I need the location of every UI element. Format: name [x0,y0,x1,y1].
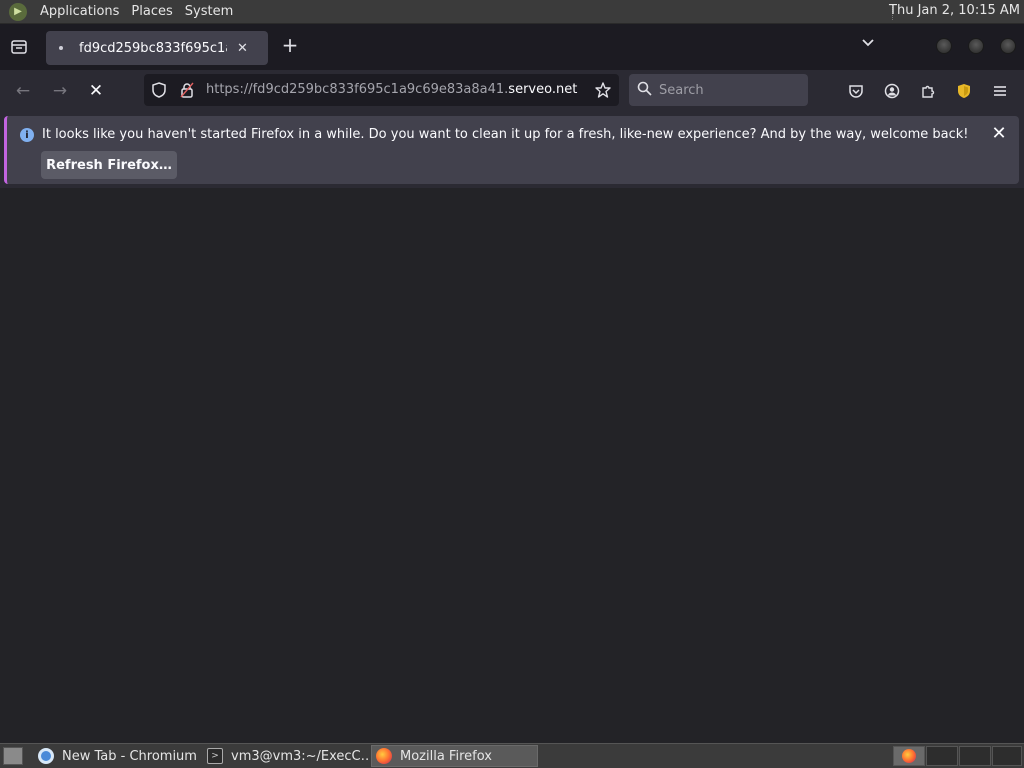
forward-arrow-icon[interactable]: → [49,80,71,102]
refresh-firefox-notification: i It looks like you haven't started Fire… [4,116,1019,184]
workspace-3[interactable] [959,746,991,766]
refresh-firefox-button[interactable]: Refresh Firefox… [41,151,177,179]
star-bookmark-icon[interactable] [594,81,612,99]
clock[interactable]: Thu Jan 2, 10:15 AM [889,3,1020,18]
search-input[interactable] [659,80,799,100]
loading-dot-icon [59,46,63,50]
task-label: vm3@vm3:~/ExecC… [231,748,368,764]
close-notification-icon[interactable]: ✕ [989,124,1009,144]
task-label: New Tab - Chromium [62,748,197,764]
tab-title: fd9cd259bc833f695c1a9c69e83a8a41.serveo.… [79,40,227,56]
task-terminal[interactable]: > vm3@vm3:~/ExecC… [203,745,368,767]
url-scheme: https:// [206,82,253,97]
close-window-button[interactable] [1000,38,1016,54]
firefox-icon [376,748,392,764]
chromium-icon [38,748,54,764]
lock-warning-icon[interactable] [178,81,196,99]
workspace-1[interactable] [893,746,925,766]
account-icon[interactable] [881,80,903,102]
top-panel: ▶ Applications Places System Thu Jan 2, … [0,0,1024,24]
firefox-view-icon[interactable] [8,36,30,58]
new-tab-plus-icon[interactable]: + [280,35,300,56]
hamburger-menu-icon[interactable] [989,80,1011,102]
menu-applications[interactable]: Applications [34,4,125,19]
maximize-button[interactable] [968,38,984,54]
menu-system[interactable]: System [179,4,239,19]
gnome-logo-icon[interactable]: ▶ [9,2,27,21]
page-content[interactable] [0,188,1024,743]
search-icon [637,81,652,100]
task-label: Mozilla Firefox [400,748,492,764]
workspace-2[interactable] [926,746,958,766]
notification-message: It looks like you haven't started Firefo… [42,127,969,142]
workspace-4[interactable] [992,746,1022,766]
nav-bar: ← → ✕ https://fd9cd259bc833f695c1a9c69e8… [0,70,1024,112]
search-bar[interactable] [629,74,808,106]
ublock-shield-icon[interactable] [953,80,975,102]
tab-serveo[interactable]: fd9cd259bc833f695c1a9c69e83a8a41.serveo.… [46,31,268,65]
pocket-icon[interactable] [845,80,867,102]
task-firefox[interactable]: Mozilla Firefox [371,745,538,767]
firefox-icon [902,749,916,763]
url-subdomain: fd9cd259bc833f695c1a9c69e83a8a41. [252,82,509,97]
menu-places[interactable]: Places [125,4,178,19]
notification-area: i It looks like you haven't started Fire… [0,112,1024,188]
shield-icon[interactable] [150,81,168,99]
taskbar: New Tab - Chromium > vm3@vm3:~/ExecC… Mo… [0,743,1024,768]
terminal-icon: > [207,748,223,764]
info-icon: i [20,128,34,142]
show-desktop-icon[interactable] [3,747,23,765]
url-host: serveo.net [508,82,578,97]
tab-close-icon[interactable]: ✕ [237,41,248,56]
chevron-down-icon[interactable] [858,36,878,56]
back-arrow-icon[interactable]: ← [12,80,34,102]
task-chromium[interactable]: New Tab - Chromium [34,745,200,767]
stop-loading-icon[interactable]: ✕ [85,80,107,102]
url-text[interactable]: https://fd9cd259bc833f695c1a9c69e83a8a41… [206,82,577,97]
minimize-button[interactable] [936,38,952,54]
extensions-puzzle-icon[interactable] [917,80,939,102]
url-bar[interactable]: https://fd9cd259bc833f695c1a9c69e83a8a41… [144,74,619,106]
